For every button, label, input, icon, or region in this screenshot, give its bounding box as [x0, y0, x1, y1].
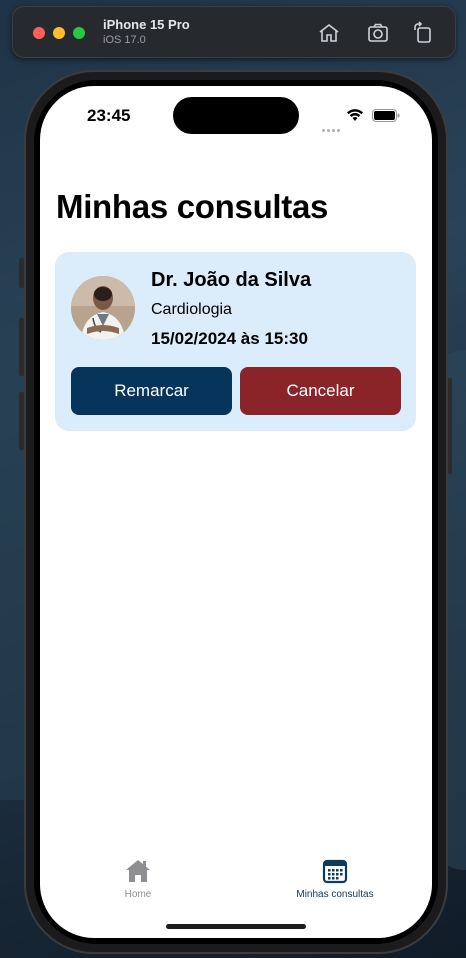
zoom-window-button[interactable] [73, 27, 85, 39]
wifi-icon [346, 108, 364, 122]
tab-minhas-consultas[interactable]: Minhas consultas [280, 858, 390, 900]
home-icon[interactable] [317, 21, 341, 45]
cancel-button[interactable]: Cancelar [240, 367, 401, 415]
status-time: 23:45 [87, 106, 131, 125]
appointment-card: Dr. João da Silva Cardiologia 15/02/2024… [55, 252, 416, 431]
rotate-icon[interactable] [411, 21, 435, 45]
calendar-icon [322, 859, 348, 884]
os-version: iOS 17.0 [103, 34, 146, 46]
tab-label: Minhas consultas [296, 889, 374, 900]
minimize-window-button[interactable] [53, 27, 65, 39]
reschedule-button[interactable]: Remarcar [71, 367, 232, 415]
dynamic-island [173, 97, 299, 134]
doctor-avatar [71, 276, 135, 340]
simulator-toolbar: iPhone 15 Pro iOS 17.0 [12, 6, 456, 58]
tab-bar: Home Minhas consultas [40, 854, 432, 914]
home-icon [126, 860, 150, 882]
doctor-name: Dr. João da Silva [151, 269, 312, 291]
signal-icon [322, 119, 342, 132]
tab-label: Home [124, 889, 152, 900]
device-name: iPhone 15 Pro [103, 17, 190, 32]
phone-screen: 23:45 Minhas consultas Dr. João da Silva… [40, 86, 432, 938]
doctor-specialty: Cardiologia [151, 301, 232, 318]
appointment-datetime: 15/02/2024 às 15:30 [151, 329, 308, 348]
close-window-button[interactable] [33, 27, 45, 39]
screenshot-icon[interactable] [366, 21, 390, 45]
tab-home[interactable]: Home [108, 858, 168, 900]
home-indicator [166, 924, 306, 929]
page-title: Minhas consultas [56, 188, 329, 225]
battery-icon [372, 109, 400, 122]
